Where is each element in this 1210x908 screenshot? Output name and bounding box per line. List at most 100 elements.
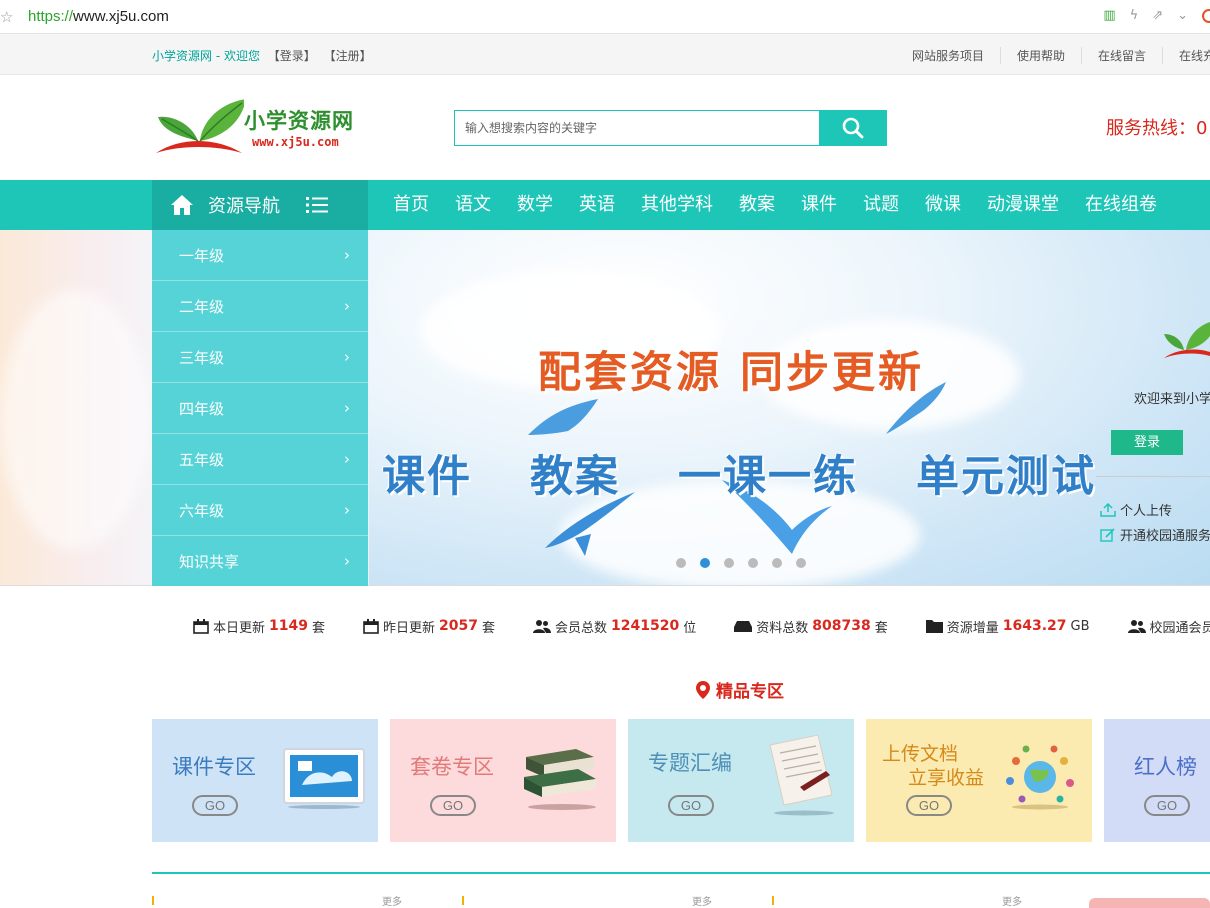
bookmark-star-icon[interactable]: ☆ — [0, 8, 13, 26]
service-hotline: 服务热线：0 — [1106, 114, 1207, 140]
reader-mode-icon[interactable]: ▥ — [1103, 8, 1115, 23]
grade-item-2[interactable]: 二年级› — [152, 281, 368, 332]
stat-label: 本日更新 — [213, 617, 265, 636]
banner-headline: 配套资源 同步更新 — [538, 338, 924, 400]
globe-people-icon — [1002, 741, 1078, 811]
campus-service-label: 开通校园通服务 — [1120, 525, 1210, 544]
go-button[interactable]: GO — [192, 795, 238, 816]
nav-item-courseware[interactable]: 课件 — [788, 180, 850, 230]
login-panel: 欢迎来到小学 登录 个人上传 开通校园通服务 — [1096, 230, 1210, 586]
banner-word-exercise: 一课一练 — [678, 442, 858, 504]
banner-word-courseware: 课件 — [382, 442, 472, 504]
banner-word-unit-test: 单元测试 — [916, 442, 1096, 504]
top-link-recharge[interactable]: 在线充 — [1163, 47, 1210, 64]
stat-increment: 资源增量1643.27GB — [926, 616, 1090, 636]
stat-label: 校园通会员 — [1150, 617, 1210, 636]
more-link[interactable]: 更多 — [1002, 893, 1022, 908]
top-link-help[interactable]: 使用帮助 — [1001, 47, 1082, 64]
users-icon — [1128, 619, 1146, 634]
grade-item-4[interactable]: 四年级› — [152, 383, 368, 434]
url-host: www.xj5u.com — [73, 8, 169, 25]
more-link[interactable]: 更多 — [692, 893, 712, 908]
cloud-shape — [0, 290, 150, 550]
search-icon — [842, 117, 864, 139]
banner-keywords: 课件 教案 一课一练 单元测试 — [382, 442, 1096, 504]
go-button[interactable]: GO — [1144, 795, 1190, 816]
resource-nav-button[interactable]: 资源导航 — [152, 180, 368, 230]
chevron-right-icon: › — [344, 450, 350, 468]
top-register-link[interactable]: 【注册】 — [324, 49, 372, 63]
nav-item-english[interactable]: 英语 — [566, 180, 628, 230]
grade-label: 二年级 — [179, 296, 224, 317]
card-upload-docs[interactable]: 上传文档 立享收益 GO — [866, 719, 1092, 842]
premium-title-label: 精品专区 — [716, 677, 784, 702]
card-test-sets[interactable]: 套卷专区 GO — [390, 719, 616, 842]
card-courseware[interactable]: 课件专区 GO — [152, 719, 378, 842]
carousel-dot[interactable] — [772, 558, 782, 568]
card-leaderboard[interactable]: 红人榜 GO — [1104, 719, 1210, 842]
stat-unit: 套 — [482, 617, 495, 636]
nav-item-tests[interactable]: 试题 — [850, 180, 912, 230]
section-tab[interactable] — [1089, 898, 1210, 908]
nav-item-micro-lessons[interactable]: 微课 — [912, 180, 974, 230]
url-scheme: https:// — [28, 8, 73, 25]
go-button[interactable]: GO — [430, 795, 476, 816]
campus-service-link[interactable]: 开通校园通服务 — [1100, 525, 1210, 544]
top-login-link[interactable]: 【登录】 — [268, 49, 316, 63]
top-link-message[interactable]: 在线留言 — [1082, 47, 1163, 64]
grade-item-3[interactable]: 三年级› — [152, 332, 368, 383]
logo-name: 小学资源网 — [244, 105, 354, 135]
nav-item-online-paper[interactable]: 在线组卷 — [1072, 180, 1170, 230]
stat-yesterday: 昨日更新2057套 — [363, 616, 495, 636]
top-link-services[interactable]: 网站服务项目 — [896, 47, 1001, 64]
chevron-down-icon[interactable]: ⌄ — [1177, 8, 1188, 23]
card-subtitle: 立享收益 — [908, 763, 984, 790]
nav-item-math[interactable]: 数学 — [504, 180, 566, 230]
nav-item-animation[interactable]: 动漫课堂 — [974, 180, 1072, 230]
tablet-icon — [282, 747, 366, 809]
leaf-logo-icon — [1164, 322, 1210, 360]
main-nav: 资源导航 首页 语文 数学 英语 其他学科 教案 课件 试题 微课 动漫课堂 在… — [0, 180, 1210, 230]
stat-members: 会员总数1241520位 — [533, 616, 696, 636]
grade-item-6[interactable]: 六年级› — [152, 485, 368, 536]
stat-unit: 套 — [312, 617, 325, 636]
grade-label: 五年级 — [179, 449, 224, 470]
carousel-dot[interactable] — [676, 558, 686, 568]
card-topics[interactable]: 专题汇编 GO — [628, 719, 854, 842]
nav-item-lesson-plans[interactable]: 教案 — [726, 180, 788, 230]
carousel-dot-active[interactable] — [700, 558, 710, 568]
nav-items: 首页 语文 数学 英语 其他学科 教案 课件 试题 微课 动漫课堂 在线组卷 — [380, 180, 1170, 230]
stat-value: 1643.27 — [1003, 618, 1067, 634]
upload-link[interactable]: 个人上传 — [1100, 500, 1172, 519]
url-field[interactable]: https://www.xj5u.com — [28, 8, 169, 25]
nav-item-home[interactable]: 首页 — [380, 180, 442, 230]
carousel-dot[interactable] — [748, 558, 758, 568]
go-button[interactable]: GO — [668, 795, 714, 816]
card-title: 课件专区 — [172, 751, 256, 781]
lightning-icon[interactable]: ϟ — [1130, 8, 1139, 23]
panel-login-button[interactable]: 登录 — [1111, 430, 1183, 455]
stat-label: 资源增量 — [947, 617, 999, 636]
top-bar: 小学资源网 - 欢迎您 【登录】 【注册】 网站服务项目 使用帮助 在线留言 在… — [0, 34, 1210, 75]
card-title: 红人榜 — [1134, 751, 1197, 781]
nav-item-other-subjects[interactable]: 其他学科 — [628, 180, 726, 230]
chevron-right-icon: › — [344, 399, 350, 417]
search-button[interactable] — [819, 110, 887, 146]
share-icon[interactable]: ⇗ — [1152, 8, 1163, 23]
carousel-dot[interactable] — [724, 558, 734, 568]
content-section-heads: 更多 更多 更多 — [152, 896, 1210, 905]
search-input[interactable] — [454, 110, 820, 146]
grade-item-1[interactable]: 一年级› — [152, 230, 368, 281]
nav-item-chinese[interactable]: 语文 — [442, 180, 504, 230]
stat-label: 会员总数 — [555, 617, 607, 636]
grade-item-knowledge[interactable]: 知识共享› — [152, 536, 368, 586]
stat-value: 808738 — [812, 618, 870, 634]
go-button[interactable]: GO — [906, 795, 952, 816]
carousel-dot[interactable] — [796, 558, 806, 568]
site-logo[interactable]: 小学资源网 www.xj5u.com — [152, 95, 362, 161]
chevron-right-icon: › — [344, 246, 350, 264]
extension-icon[interactable] — [1202, 9, 1210, 23]
grade-item-5[interactable]: 五年级 › — [152, 434, 368, 485]
site-stats: 本日更新1149套 昨日更新2057套 会员总数1241520位 资料总数808… — [193, 616, 1210, 636]
more-link[interactable]: 更多 — [382, 893, 402, 908]
